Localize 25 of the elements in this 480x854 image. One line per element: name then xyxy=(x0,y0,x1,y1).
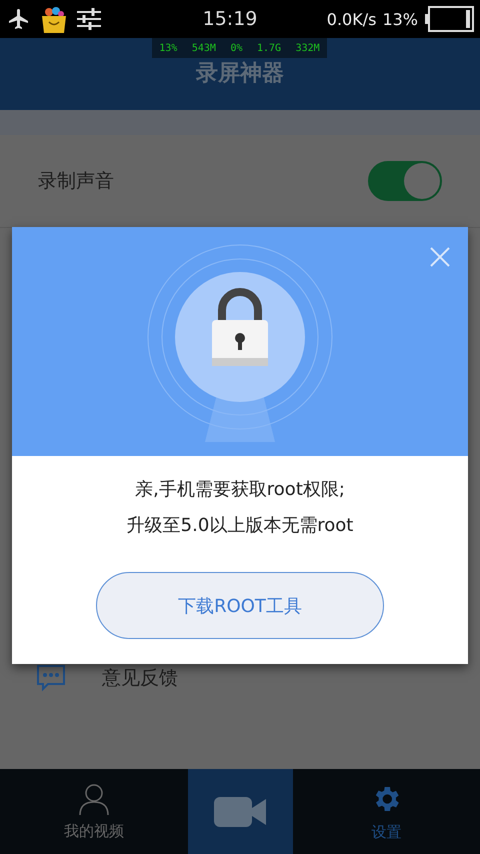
nav-tab[interactable]: 我的视频 xyxy=(0,769,188,854)
setting-label[interactable]: 意见反馈 xyxy=(102,665,178,691)
shopping-bag-icon xyxy=(40,4,68,34)
monitor-reading: 0% xyxy=(230,42,242,54)
video-camera-icon xyxy=(214,796,266,826)
app-title: 录屏神器 xyxy=(196,60,284,88)
dialog-message: 亲,手机需要获取root权限; xyxy=(135,478,345,502)
clock: 15:19 xyxy=(202,8,258,30)
setting-label: 录制声音 xyxy=(38,169,114,194)
monitor-reading: 543M xyxy=(192,42,216,54)
monitor-reading: 1.7G xyxy=(257,42,282,54)
network-speed: 0.0K/s xyxy=(326,10,376,28)
toggle-switch[interactable] xyxy=(368,161,442,201)
monitor-reading: 13% xyxy=(159,42,178,54)
record-button[interactable] xyxy=(188,769,292,854)
monitor-reading: 332M xyxy=(296,42,320,54)
battery-percent: 13% xyxy=(382,10,418,28)
dialog-message: 升级至5.0以上版本无需root xyxy=(126,514,354,538)
chat-icon xyxy=(36,664,66,692)
close-button[interactable] xyxy=(428,245,452,269)
download-button[interactable]: 下载ROOT工具 xyxy=(96,572,384,639)
nav-tab[interactable]: 设置 xyxy=(292,769,480,854)
sliders-icon xyxy=(76,7,102,31)
person-icon xyxy=(76,782,111,816)
battery-icon xyxy=(424,6,474,32)
